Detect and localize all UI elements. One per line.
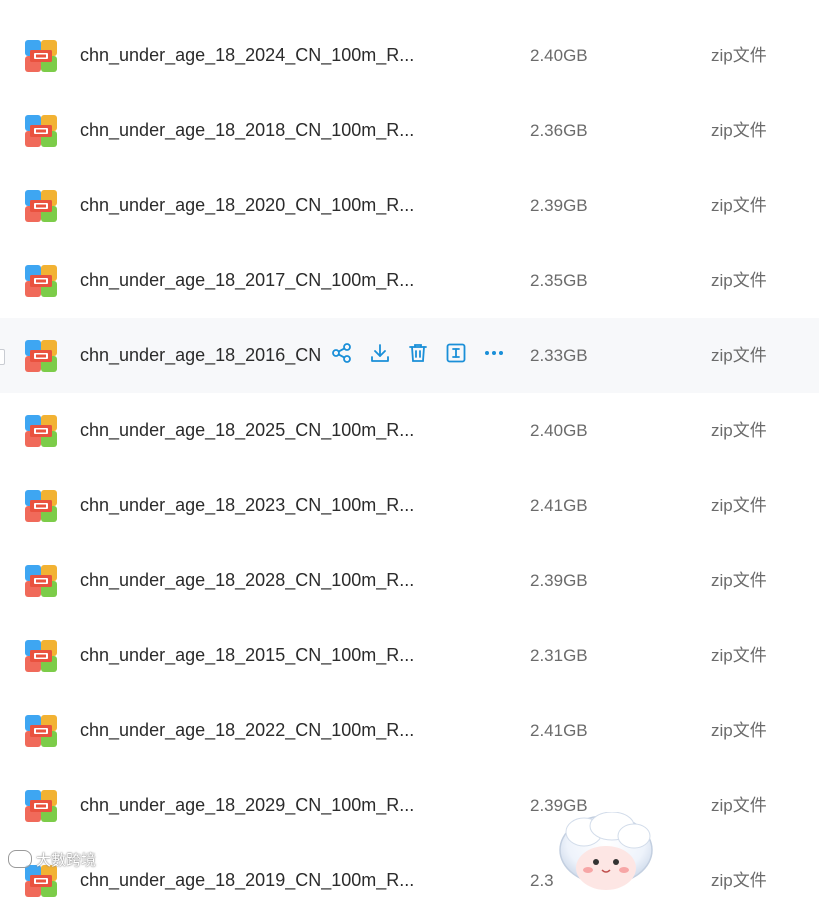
file-row[interactable]: chn_under_age_18_2023_CN_100m_R... 2.41GB…: [0, 468, 819, 543]
zip-file-icon: [25, 40, 57, 72]
file-size: 2.40GB: [530, 46, 588, 65]
file-name[interactable]: chn_under_age_18_2023_CN_100m_R...: [80, 468, 414, 543]
file-row[interactable]: chn_under_age_18_2016_CN 2.33GB zip文件: [0, 318, 819, 393]
file-name[interactable]: chn_under_age_18_2020_CN_100m_R...: [80, 168, 414, 243]
file-type: zip文件: [711, 196, 767, 215]
file-row[interactable]: chn_under_age_18_2020_CN_100m_R... 2.39GB…: [0, 168, 819, 243]
file-size: 2.39GB: [530, 196, 588, 215]
more-button[interactable]: [482, 344, 506, 368]
file-type: zip文件: [711, 721, 767, 740]
file-name[interactable]: chn_under_age_18_2016_CN: [80, 318, 321, 393]
zip-file-icon: [25, 490, 57, 522]
mascot-icon: [554, 811, 654, 892]
zip-file-icon: [25, 115, 57, 147]
watermark-logo-icon: [8, 850, 32, 868]
file-name[interactable]: chn_under_age_18_2029_CN_100m_R...: [80, 768, 414, 843]
file-type: zip文件: [711, 496, 767, 515]
file-size: 2.41GB: [530, 721, 588, 740]
file-size: 2.41GB: [530, 496, 588, 515]
delete-icon: [407, 342, 429, 369]
file-name[interactable]: chn_under_age_18_2018_CN_100m_R...: [80, 93, 414, 168]
row-select-checkbox[interactable]: [0, 349, 5, 365]
zip-file-icon: [25, 340, 57, 372]
file-size: 2.35GB: [530, 271, 588, 290]
file-name[interactable]: chn_under_age_18_2025_CN_100m_R...: [80, 393, 414, 468]
file-size: 2.31GB: [530, 646, 588, 665]
file-list: chn_under_age_18_2005_CN_100m_R... 2.35GB…: [0, 0, 819, 918]
file-row[interactable]: chn_under_age_18_2029_CN_100m_R... 2.39GB…: [0, 768, 819, 843]
zip-file-icon: [25, 790, 57, 822]
file-name[interactable]: chn_under_age_18_2015_CN_100m_R...: [80, 618, 414, 693]
file-name[interactable]: chn_under_age_18_2028_CN_100m_R...: [80, 543, 414, 618]
file-type: zip文件: [711, 646, 767, 665]
file-type: zip文件: [711, 796, 767, 815]
rename-icon: [445, 342, 467, 369]
zip-file-icon: [25, 640, 57, 672]
download-button[interactable]: [368, 344, 392, 368]
share-icon: [331, 342, 353, 369]
file-size: 2.39GB: [530, 571, 588, 590]
file-row[interactable]: chn_under_age_18_2019_CN_100m_R... 2.3 zip…: [0, 843, 819, 918]
share-button[interactable]: [330, 342, 354, 369]
zip-file-icon: [25, 265, 57, 297]
file-type: zip文件: [711, 421, 767, 440]
file-type: zip文件: [711, 121, 767, 140]
file-row[interactable]: chn_under_age_18_2018_CN_100m_R... 2.36GB…: [0, 93, 819, 168]
file-size: 2.40GB: [530, 421, 588, 440]
file-type: zip文件: [711, 0, 767, 18]
file-row[interactable]: chn_under_age_18_2005_CN_100m_R... 2.35GB…: [0, 0, 819, 18]
file-type: zip文件: [711, 46, 767, 65]
rename-button[interactable]: [444, 342, 468, 369]
file-size: 2.3: [530, 871, 554, 890]
file-row[interactable]: chn_under_age_18_2028_CN_100m_R... 2.39GB…: [0, 543, 819, 618]
zip-file-icon: [25, 715, 57, 747]
file-type: zip文件: [711, 871, 767, 890]
file-row[interactable]: chn_under_age_18_2025_CN_100m_R... 2.40GB…: [0, 393, 819, 468]
file-name[interactable]: chn_under_age_18_2024_CN_100m_R...: [80, 18, 414, 93]
download-icon: [369, 342, 391, 369]
file-type: zip文件: [711, 346, 767, 365]
file-size: 2.36GB: [530, 121, 588, 140]
file-type: zip文件: [711, 271, 767, 290]
zip-file-icon: [25, 415, 57, 447]
file-name[interactable]: chn_under_age_18_2005_CN_100m_R...: [80, 0, 414, 18]
zip-file-icon: [25, 565, 57, 597]
file-row[interactable]: chn_under_age_18_2017_CN_100m_R... 2.35GB…: [0, 243, 819, 318]
file-name[interactable]: chn_under_age_18_2019_CN_100m_R...: [80, 843, 414, 918]
row-actions: [330, 318, 506, 393]
file-row[interactable]: chn_under_age_18_2024_CN_100m_R... 2.40GB…: [0, 18, 819, 93]
zip-file-icon: [25, 190, 57, 222]
file-row[interactable]: chn_under_age_18_2015_CN_100m_R... 2.31GB…: [0, 618, 819, 693]
more-icon: [483, 342, 505, 369]
file-size: 2.35GB: [530, 0, 588, 18]
file-name[interactable]: chn_under_age_18_2017_CN_100m_R...: [80, 243, 414, 318]
watermark-text: 大數跨境: [36, 851, 97, 869]
delete-button[interactable]: [406, 344, 430, 368]
watermark: 大數跨境: [8, 848, 96, 870]
file-row[interactable]: chn_under_age_18_2022_CN_100m_R... 2.41GB…: [0, 693, 819, 768]
file-size: 2.33GB: [530, 346, 588, 365]
file-type: zip文件: [711, 571, 767, 590]
file-name[interactable]: chn_under_age_18_2022_CN_100m_R...: [80, 693, 414, 768]
